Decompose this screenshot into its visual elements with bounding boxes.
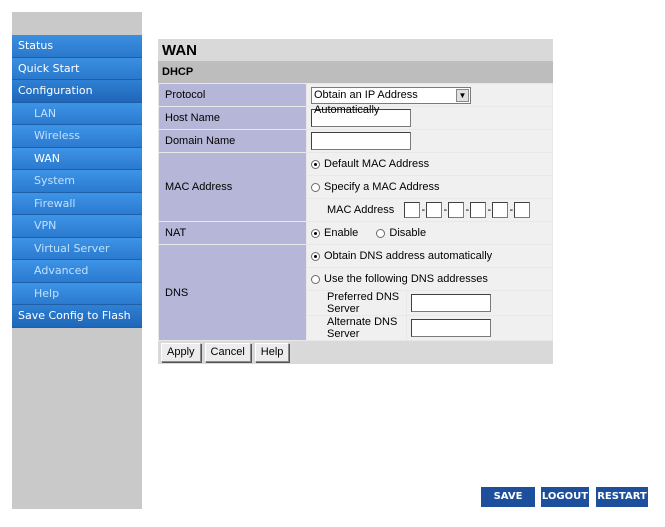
dns-auto-label: Obtain DNS address automatically — [324, 250, 493, 262]
dns-manual-label: Use the following DNS addresses — [324, 273, 488, 285]
apply-button[interactable]: Apply — [161, 343, 201, 362]
save-config-button[interactable]: SAVE CONFIG — [481, 487, 535, 522]
sidebar-item-save-config[interactable]: Save Config to Flash — [12, 305, 142, 328]
sidebar-item-wireless[interactable]: Wireless — [12, 125, 142, 148]
mac-specify-radio[interactable] — [311, 182, 320, 192]
nat-disable-radio[interactable] — [376, 228, 386, 238]
mac-octet-3-input[interactable] — [448, 202, 465, 218]
sidebar-item-help[interactable]: Help — [12, 282, 142, 305]
sidebar-item-quick-start[interactable]: Quick Start — [12, 57, 142, 80]
sidebar-item-configuration[interactable]: Configuration — [12, 80, 142, 103]
preferred-dns-label: Preferred DNS Server — [306, 290, 407, 316]
mac-default-radio[interactable] — [311, 159, 320, 169]
mac-octet-6-input[interactable] — [514, 202, 531, 218]
domain-name-input[interactable] — [311, 132, 411, 150]
mac-octet-1-input[interactable] — [404, 202, 421, 218]
nat-disable-label: Disable — [389, 227, 427, 239]
cancel-button[interactable]: Cancel — [204, 343, 251, 362]
mac-octet-4-input[interactable] — [470, 202, 487, 218]
restart-button[interactable]: RESTART — [596, 487, 648, 507]
mac-octet-5-input[interactable] — [492, 202, 509, 218]
nat-label: NAT — [158, 221, 307, 245]
section-title: DHCP — [158, 62, 553, 83]
sidebar: Status Quick Start Configuration LAN Wir… — [12, 12, 142, 509]
mac-address-label: MAC Address — [158, 152, 307, 222]
sidebar-item-lan[interactable]: LAN — [12, 102, 142, 125]
sidebar-item-system[interactable]: System — [12, 170, 142, 193]
dns-auto-radio[interactable] — [311, 251, 320, 261]
form-button-row: Apply Cancel Help — [158, 341, 553, 364]
logout-button[interactable]: LOGOUT — [541, 487, 589, 507]
chevron-down-icon[interactable]: ▼ — [456, 88, 469, 102]
sidebar-item-advanced[interactable]: Advanced — [12, 260, 142, 283]
mac-address-field-label: MAC Address — [327, 203, 395, 216]
preferred-dns-input[interactable] — [411, 294, 491, 312]
nat-enable-label: Enable — [324, 227, 359, 239]
alternate-dns-label: Alternate DNS Server — [306, 315, 407, 341]
dns-label: DNS — [158, 244, 307, 341]
sidebar-item-virtual-server[interactable]: Virtual Server — [12, 237, 142, 260]
nat-enable-radio[interactable] — [311, 228, 320, 238]
mac-default-label: Default MAC Address — [324, 158, 430, 170]
dns-manual-radio[interactable] — [311, 274, 320, 284]
wan-form: Protocol Obtain an IP Address Automatica… — [158, 83, 553, 341]
mac-octet-2-input[interactable] — [426, 202, 443, 218]
sidebar-item-firewall[interactable]: Firewall — [12, 192, 142, 215]
mac-specify-label: Specify a MAC Address — [324, 181, 440, 193]
sidebar-item-wan[interactable]: WAN — [12, 147, 142, 170]
protocol-select[interactable]: Obtain an IP Address Automatically ▼ — [311, 86, 471, 116]
page-title: WAN — [158, 39, 553, 62]
help-button[interactable]: Help — [254, 343, 290, 362]
sidebar-item-vpn[interactable]: VPN — [12, 215, 142, 238]
host-name-label: Host Name — [158, 106, 307, 130]
sidebar-item-status[interactable]: Status — [12, 35, 142, 58]
protocol-label: Protocol — [158, 83, 307, 107]
alternate-dns-input[interactable] — [411, 319, 491, 337]
wan-panel: WAN DHCP Protocol Obtain an IP Address A… — [158, 39, 553, 364]
domain-name-label: Domain Name — [158, 129, 307, 153]
